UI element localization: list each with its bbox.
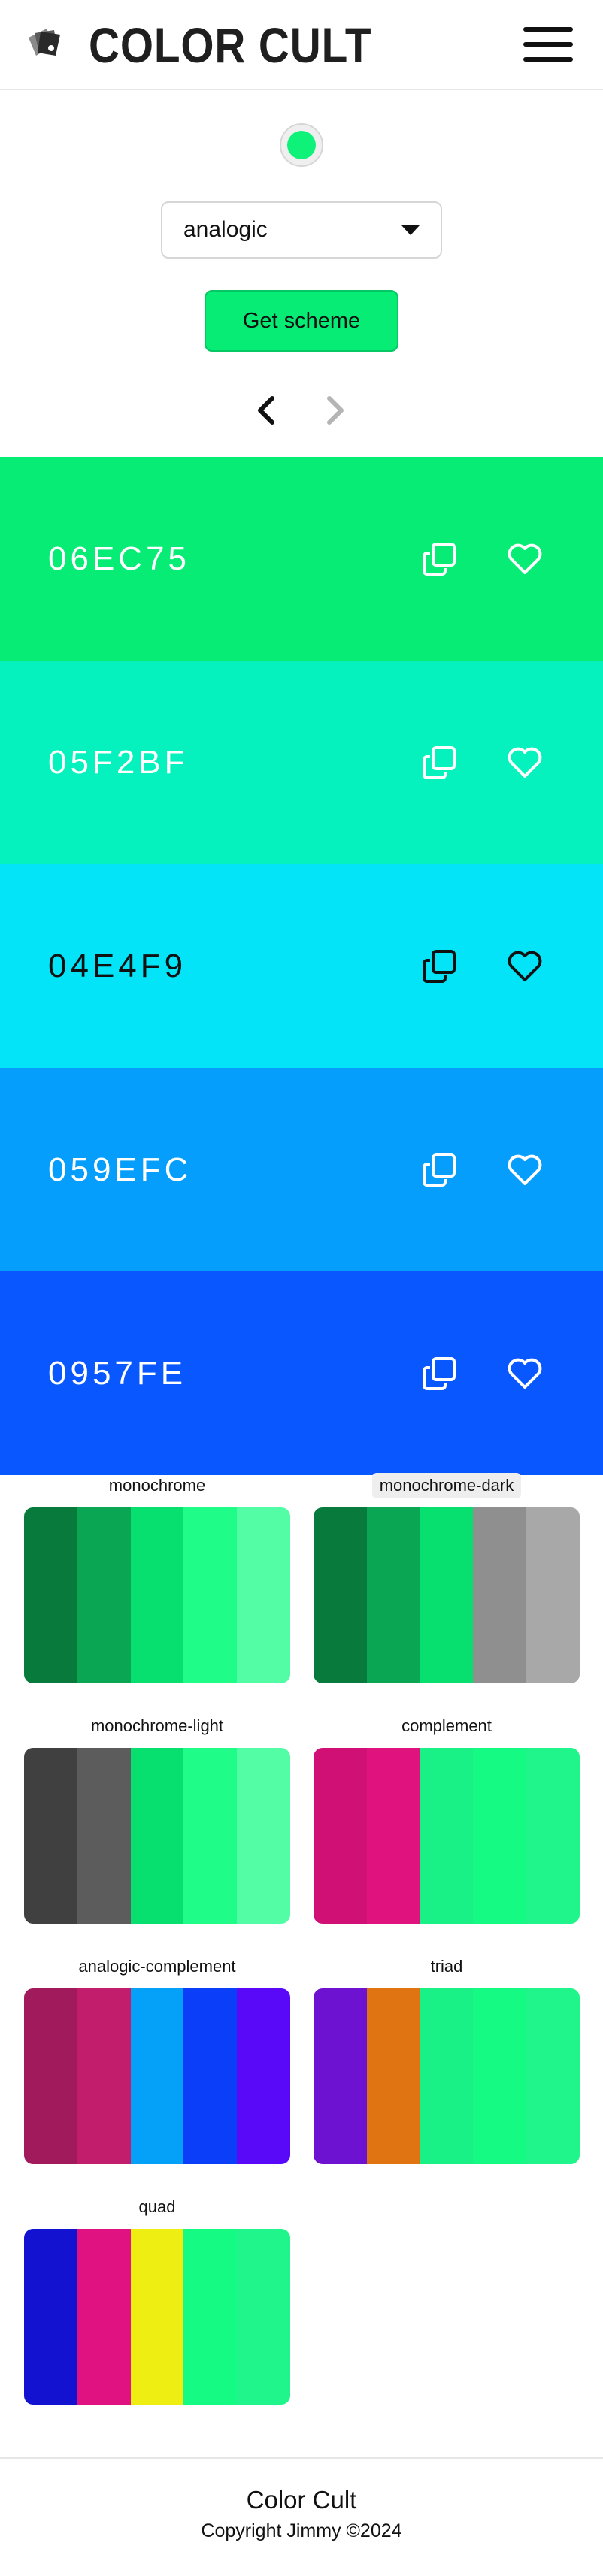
palette-color-cell: [130, 1748, 184, 1924]
scheme-card-monochrome-dark[interactable]: monochrome-dark: [314, 1473, 580, 1683]
heart-icon[interactable]: [507, 1357, 543, 1390]
seed-color-swatch: [287, 131, 316, 159]
copy-icon[interactable]: [421, 745, 457, 781]
palette-color-cell: [366, 1748, 420, 1924]
heart-icon[interactable]: [507, 746, 543, 779]
scheme-label: complement: [401, 1716, 492, 1735]
palette-color-cell: [24, 1988, 77, 2164]
scheme-card-quad[interactable]: quad: [24, 2194, 290, 2405]
color-swatch-row[interactable]: 04E4F9: [0, 864, 603, 1068]
paint-swatch-icon[interactable]: [24, 26, 75, 65]
palette-color-cell: [130, 1507, 184, 1683]
footer-title: Color Cult: [246, 2486, 357, 2514]
color-swatch-row[interactable]: 06EC75: [0, 457, 603, 661]
scheme-card-monochrome-light[interactable]: monochrome-light: [24, 1713, 290, 1924]
scheme-mode-select[interactable]: analogic: [161, 201, 442, 259]
scheme-card-monochrome[interactable]: monochrome: [24, 1473, 290, 1683]
copy-icon[interactable]: [421, 541, 457, 577]
scheme-palette: [24, 2229, 290, 2405]
palette-color-cell: [420, 1748, 474, 1924]
swatch-hex-code: 05F2BF: [48, 743, 189, 781]
palette-color-cell: [420, 1507, 474, 1683]
color-swatch-list: 06EC75 05F2BF 04E4F9 059EFC 0957FE: [0, 457, 603, 1475]
menu-bar: [523, 57, 573, 62]
palette-color-cell: [77, 1988, 131, 2164]
palette-color-cell: [24, 1507, 77, 1683]
chevron-left-icon[interactable]: [251, 391, 281, 430]
scheme-label: analogic-complement: [78, 1957, 236, 1976]
footer-copyright: Copyright Jimmy ©2024: [201, 2520, 402, 2541]
swatch-hex-code: 04E4F9: [48, 947, 187, 984]
scheme-label: monochrome: [108, 1476, 206, 1495]
palette-color-cell: [473, 1507, 527, 1683]
palette-color-cell: [77, 1507, 131, 1683]
hamburger-menu-icon[interactable]: [520, 23, 576, 66]
palette-color-cell: [183, 1748, 238, 1924]
swatch-hex-code: 059EFC: [48, 1150, 192, 1188]
palette-color-cell: [77, 2229, 131, 2405]
palette-color-cell: [183, 1507, 238, 1683]
scheme-palette: [314, 1507, 580, 1683]
palette-color-cell: [183, 1988, 238, 2164]
scheme-label: monochrome-dark: [371, 1473, 522, 1498]
scheme-label: triad: [430, 1957, 463, 1976]
seed-color-picker[interactable]: [280, 123, 323, 167]
palette-color-cell: [314, 1748, 367, 1924]
copy-icon[interactable]: [421, 1356, 457, 1392]
palette-color-cell: [237, 1507, 290, 1683]
site-footer: Color Cult Copyright Jimmy ©2024: [0, 2457, 603, 2576]
palette-color-cell: [526, 1507, 580, 1683]
scheme-palette: [24, 1748, 290, 1924]
palette-color-cell: [366, 1988, 420, 2164]
heart-icon[interactable]: [507, 950, 543, 983]
palette-color-cell: [420, 1988, 474, 2164]
color-swatch-row[interactable]: 0957FE: [0, 1271, 603, 1475]
get-scheme-button[interactable]: Get scheme: [205, 290, 398, 352]
logo-text[interactable]: COLOR CULT: [89, 17, 371, 74]
scheme-label: monochrome-light: [90, 1716, 224, 1735]
palette-color-cell: [366, 1507, 420, 1683]
palette-color-cell: [24, 2229, 77, 2405]
scheme-palette: [314, 1988, 580, 2164]
palette-color-cell: [77, 1748, 131, 1924]
palette-color-cell: [314, 1507, 367, 1683]
scheme-palette: [24, 1507, 290, 1683]
copy-icon[interactable]: [421, 948, 457, 984]
palette-color-cell: [526, 1988, 580, 2164]
chevron-down-icon: [401, 225, 420, 235]
palette-color-cell: [237, 1988, 290, 2164]
palette-color-cell: [473, 1988, 527, 2164]
palette-color-cell: [473, 1748, 527, 1924]
palette-color-cell: [314, 1988, 367, 2164]
scheme-card-complement[interactable]: complement: [314, 1713, 580, 1924]
palette-color-cell: [526, 1748, 580, 1924]
heart-icon[interactable]: [507, 1153, 543, 1187]
menu-bar: [523, 42, 573, 47]
color-swatch-row[interactable]: 059EFC: [0, 1068, 603, 1271]
menu-bar: [523, 27, 573, 32]
scheme-palette: [314, 1748, 580, 1924]
scheme-label: quad: [138, 2197, 176, 2216]
copy-icon[interactable]: [421, 1152, 457, 1188]
scheme-card-triad[interactable]: triad: [314, 1954, 580, 2164]
swatch-hex-code: 06EC75: [48, 540, 191, 577]
swatch-hex-code: 0957FE: [48, 1354, 187, 1392]
scheme-palette: [24, 1988, 290, 2164]
palette-color-cell: [130, 1988, 184, 2164]
palette-color-cell: [24, 1748, 77, 1924]
color-swatch-row[interactable]: 05F2BF: [0, 661, 603, 864]
palette-color-cell: [183, 2229, 238, 2405]
site-header: COLOR CULT: [0, 0, 603, 90]
palette-color-cell: [130, 2229, 184, 2405]
palette-color-cell: [237, 2229, 290, 2405]
palette-color-cell: [237, 1748, 290, 1924]
heart-icon[interactable]: [507, 543, 543, 576]
chevron-right-icon[interactable]: [320, 391, 350, 430]
scheme-card-analogic-complement[interactable]: analogic-complement: [24, 1954, 290, 2164]
scheme-mode-value: analogic: [183, 217, 268, 242]
